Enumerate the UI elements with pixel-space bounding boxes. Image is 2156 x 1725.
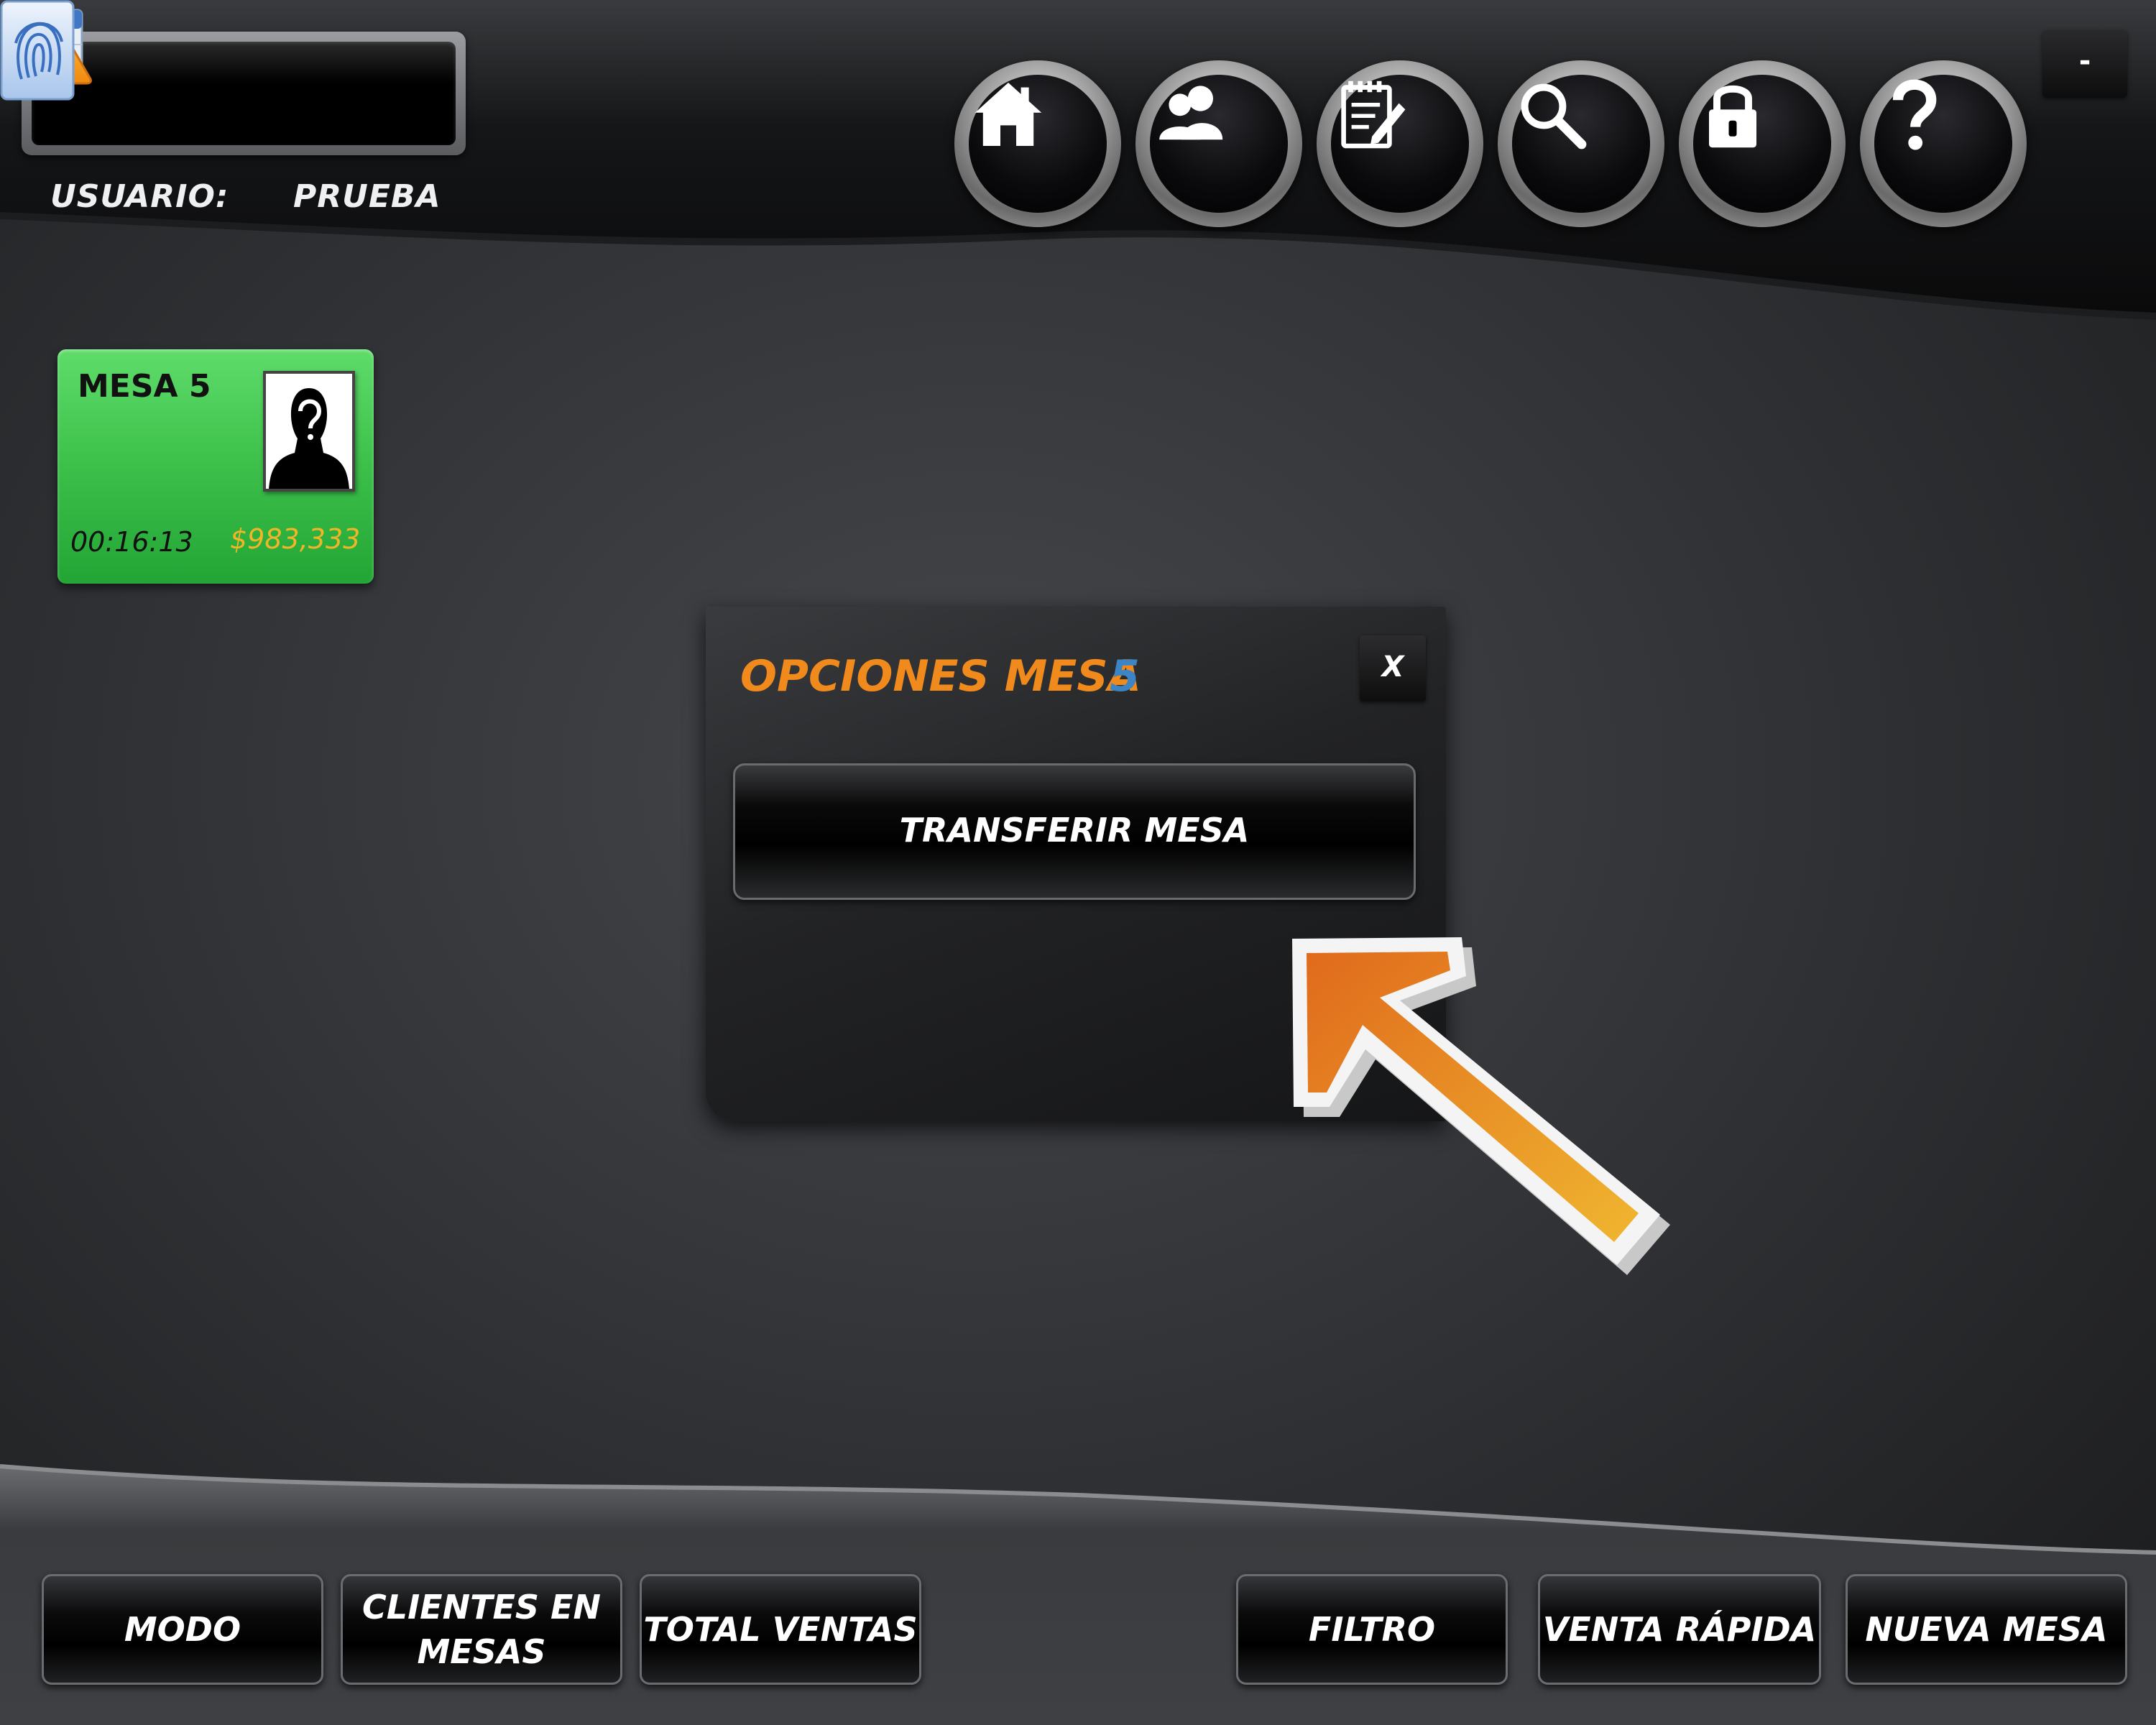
search-button-face xyxy=(1512,75,1650,213)
users-button[interactable] xyxy=(1135,60,1302,227)
filter-button[interactable]: FILTRO xyxy=(1236,1574,1508,1685)
unknown-person-icon xyxy=(263,371,355,492)
notepad-icon xyxy=(1341,80,1406,149)
lock-button-face xyxy=(1693,75,1831,213)
users-icon xyxy=(1159,86,1223,140)
notes-button[interactable] xyxy=(1317,60,1483,227)
close-button[interactable]: X xyxy=(1360,635,1426,702)
lock-button[interactable] xyxy=(1679,60,1846,227)
home-button-face xyxy=(969,75,1107,213)
home-icon xyxy=(975,83,1042,146)
pointer-arrow-icon xyxy=(1292,937,1670,1275)
table-card[interactable]: MESA 5 00:16:13 $983,333 xyxy=(57,349,374,584)
users-button-face xyxy=(1150,75,1288,213)
help-icon xyxy=(1892,79,1937,150)
lock-icon xyxy=(1709,86,1756,148)
footer-background xyxy=(0,1464,2156,1725)
app-window: USUARIO: PRUEBA - MESA 5 00:16:13 $983,3… xyxy=(0,0,2156,1725)
transfer-table-button[interactable]: TRANSFERIR MESA xyxy=(733,763,1416,900)
table-amount: $983,333 xyxy=(230,523,361,555)
mode-button[interactable]: MODO xyxy=(42,1574,323,1685)
header-bar: USUARIO: PRUEBA - xyxy=(0,0,2156,338)
dialog-table-number: 5 xyxy=(1110,651,1140,702)
display-screen xyxy=(32,42,456,145)
table-name: MESA 5 xyxy=(78,368,211,405)
avatar xyxy=(266,374,352,489)
search-icon xyxy=(1521,83,1587,150)
user-label: USUARIO: xyxy=(50,178,229,215)
help-button[interactable] xyxy=(1860,60,2027,227)
help-button-face xyxy=(1874,75,2012,213)
clients-in-tables-button[interactable]: CLIENTES EN MESAS xyxy=(341,1574,622,1685)
fingerprint-icon[interactable] xyxy=(0,0,75,101)
dialog-title: OPCIONES MESA xyxy=(740,651,1141,702)
footer-bar xyxy=(0,1452,2156,1725)
quick-sale-button[interactable]: VENTA RÁPIDA xyxy=(1538,1574,1821,1685)
minimize-button[interactable]: - xyxy=(2042,30,2127,98)
total-sales-button[interactable]: TOTAL VENTAS xyxy=(640,1574,921,1685)
search-button[interactable] xyxy=(1498,60,1664,227)
notes-button-face xyxy=(1331,75,1469,213)
home-button[interactable] xyxy=(954,60,1121,227)
table-timer: 00:16:13 xyxy=(70,526,193,558)
new-table-button[interactable]: NUEVA MESA xyxy=(1846,1574,2127,1685)
user-value: PRUEBA xyxy=(293,178,441,215)
